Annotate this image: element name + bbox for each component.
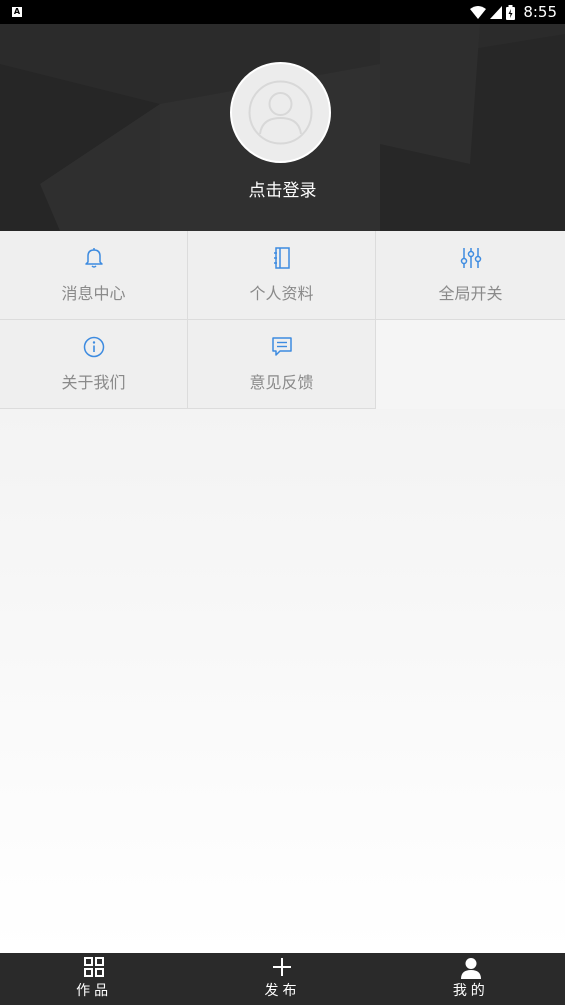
menu-item-label: 个人资料 bbox=[249, 284, 314, 303]
nav-item-mine[interactable]: 我的 bbox=[377, 953, 565, 1005]
user-icon bbox=[460, 958, 481, 979]
default-avatar-icon bbox=[248, 80, 313, 145]
menu-grid: 消息中心 个人资料 全局开关 关于我们 意见反馈 bbox=[0, 231, 565, 409]
menu-item-global-switch[interactable]: 全局开关 bbox=[376, 231, 565, 320]
login-link[interactable]: 点击登录 bbox=[0, 176, 565, 201]
bottom-nav: 作品 发布 我的 bbox=[0, 953, 565, 1005]
menu-item-feedback[interactable]: 意见反馈 bbox=[188, 320, 376, 409]
notebook-icon bbox=[273, 247, 290, 269]
nav-item-label: 作品 bbox=[76, 983, 113, 999]
profile-screen: A 8:55 点击登录 消息中心 个人资料 全局开关 关于我们 意见反馈 作品 … bbox=[0, 0, 565, 1005]
nav-item-label: 我的 bbox=[452, 983, 489, 999]
battery-icon bbox=[506, 4, 516, 20]
menu-item-about[interactable]: 关于我们 bbox=[0, 320, 188, 409]
nav-item-works[interactable]: 作品 bbox=[0, 953, 188, 1005]
plus-icon bbox=[273, 958, 292, 976]
menu-item-label: 全局开关 bbox=[438, 284, 503, 303]
grid-icon bbox=[84, 957, 105, 977]
menu-item-label: 消息中心 bbox=[61, 284, 126, 303]
empty-content-area bbox=[0, 409, 565, 953]
signal-icon bbox=[490, 5, 503, 19]
nav-item-publish[interactable]: 发布 bbox=[188, 953, 376, 1005]
sliders-icon bbox=[460, 248, 481, 268]
feedback-icon bbox=[271, 337, 292, 356]
nav-item-label: 发布 bbox=[264, 983, 301, 999]
avatar[interactable] bbox=[230, 62, 331, 163]
menu-item-label: 关于我们 bbox=[61, 373, 126, 392]
menu-item-profile[interactable]: 个人资料 bbox=[188, 231, 376, 320]
menu-item-messages[interactable]: 消息中心 bbox=[0, 231, 188, 320]
status-bar: A 8:55 bbox=[0, 0, 565, 24]
info-icon bbox=[83, 336, 104, 358]
notification-icon: A bbox=[12, 7, 22, 17]
status-indicators: 8:55 bbox=[470, 0, 557, 24]
menu-item-label: 意见反馈 bbox=[249, 373, 314, 392]
wifi-icon bbox=[470, 5, 487, 19]
status-time: 8:55 bbox=[523, 3, 557, 21]
bell-icon bbox=[84, 248, 103, 268]
profile-header: 点击登录 bbox=[0, 24, 565, 231]
